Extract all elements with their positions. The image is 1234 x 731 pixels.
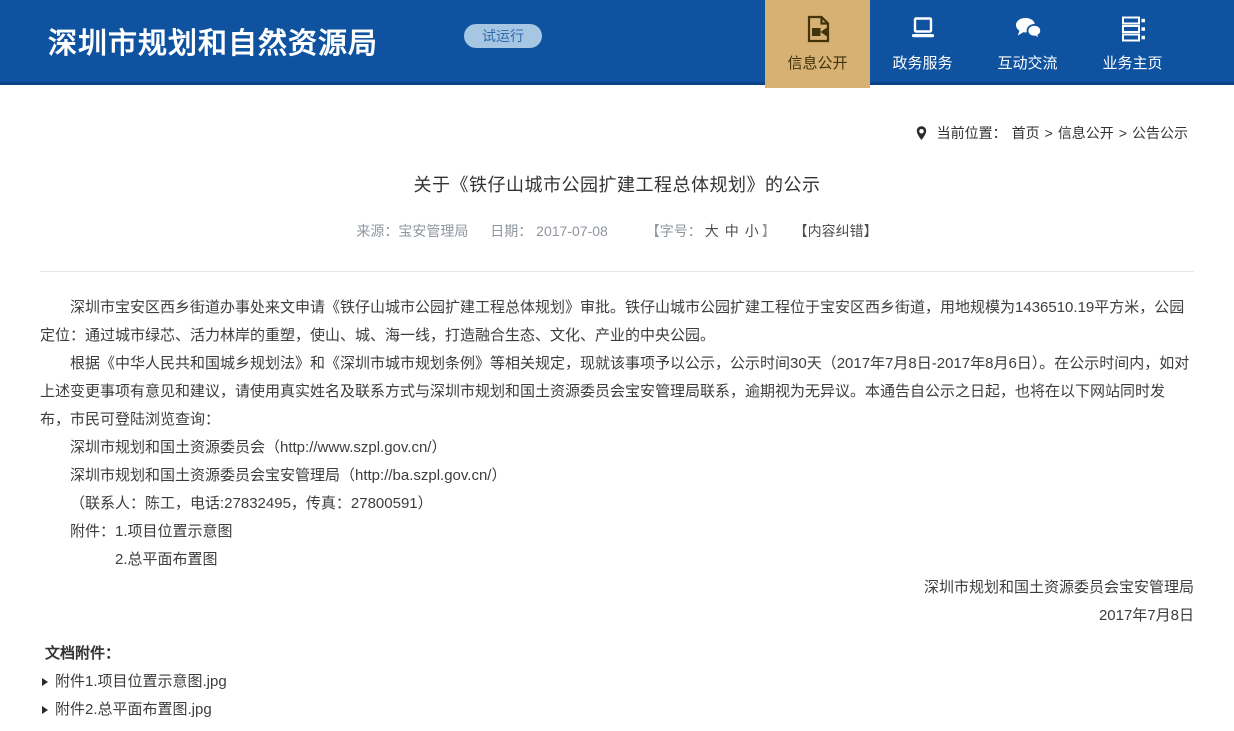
server-stack-icon xyxy=(1117,13,1149,45)
article-source: 来源：宝安管理局 xyxy=(356,223,468,239)
breadcrumb: 当前位置： 首页 > 信息公开 > 公告公示 xyxy=(0,85,1234,143)
attachments-section: 文档附件： 附件1.项目位置示意图.jpg 附件2.总平面布置图.jpg xyxy=(0,640,1234,724)
attachment-label: 附件1.项目位置示意图.jpg xyxy=(55,668,227,696)
paragraph: 根据《中华人民共和国城乡规划法》和《深圳市城市规划条例》等相关规定，现就该事项予… xyxy=(40,350,1194,434)
annex-line: 附件：1.项目位置示意图 xyxy=(40,518,1194,546)
nav-tab-label: 业务主页 xyxy=(1102,52,1162,73)
annex-line: 2.总平面布置图 xyxy=(40,546,1194,574)
signature: 深圳市规划和国土资源委员会宝安管理局 xyxy=(40,574,1194,602)
triangle-bullet-icon xyxy=(42,678,48,686)
main-nav: 信息公开 政务服务 互动交流 xyxy=(765,0,1185,88)
chat-bubbles-icon xyxy=(1012,13,1044,45)
article: 关于《铁仔山城市公园扩建工程总体规划》的公示 来源：宝安管理局 日期： 2017… xyxy=(0,171,1234,630)
article-meta: 来源：宝安管理局 日期： 2017-07-08 【字号：大中小】 【内容纠错】 xyxy=(40,221,1194,241)
breadcrumb-separator: > xyxy=(1119,125,1127,141)
article-body: 深圳市宝安区西乡街道办事处来文申请《铁仔山城市公园扩建工程总体规划》审批。铁仔山… xyxy=(40,294,1194,630)
news-document-icon xyxy=(802,13,834,45)
laptop-icon xyxy=(907,13,939,45)
location-pin-icon xyxy=(915,125,928,142)
website-line: 深圳市规划和国土资源委员会宝安管理局（http://ba.szpl.gov.cn… xyxy=(40,462,1194,490)
signature-date: 2017年7月8日 xyxy=(40,602,1194,630)
breadcrumb-home[interactable]: 首页 xyxy=(1012,123,1040,143)
contact-line: （联系人：陈工，电话:27832495，传真：27800591） xyxy=(40,490,1194,518)
content-correction-button[interactable]: 【内容纠错】 xyxy=(794,223,878,239)
divider xyxy=(40,271,1194,272)
breadcrumb-info-disclosure[interactable]: 信息公开 xyxy=(1058,123,1114,143)
nav-tab-info-disclosure[interactable]: 信息公开 xyxy=(765,0,870,88)
breadcrumb-label: 当前位置： xyxy=(937,123,1007,143)
breadcrumb-separator: > xyxy=(1045,125,1053,141)
fontsize-label-close: 】 xyxy=(762,223,776,239)
nav-tab-label: 互动交流 xyxy=(997,52,1057,73)
paragraph: 深圳市宝安区西乡街道办事处来文申请《铁仔山城市公园扩建工程总体规划》审批。铁仔山… xyxy=(40,294,1194,350)
attachment-link-1[interactable]: 附件1.项目位置示意图.jpg xyxy=(40,668,1194,696)
nav-tab-business-home[interactable]: 业务主页 xyxy=(1080,0,1185,88)
nav-tab-label: 政务服务 xyxy=(892,52,952,73)
triangle-bullet-icon xyxy=(42,706,48,714)
attachments-heading: 文档附件： xyxy=(40,640,1194,668)
page-title: 关于《铁仔山城市公园扩建工程总体规划》的公示 xyxy=(40,171,1194,197)
site-title[interactable]: 深圳市规划和自然资源局 xyxy=(48,20,378,62)
nav-tab-gov-services[interactable]: 政务服务 xyxy=(870,0,975,88)
site-header: 深圳市规划和自然资源局 试运行 信息公开 政务服务 xyxy=(0,0,1234,85)
article-date: 日期： 2017-07-08 xyxy=(490,223,608,239)
website-line: 深圳市规划和国土资源委员会（http://www.szpl.gov.cn/） xyxy=(40,434,1194,462)
fontsize-medium-button[interactable]: 中 xyxy=(725,223,739,239)
nav-tab-label: 信息公开 xyxy=(787,52,847,73)
attachment-label: 附件2.总平面布置图.jpg xyxy=(55,696,212,724)
fontsize-large-button[interactable]: 大 xyxy=(705,223,719,239)
nav-tab-interaction[interactable]: 互动交流 xyxy=(975,0,1080,88)
attachment-link-2[interactable]: 附件2.总平面布置图.jpg xyxy=(40,696,1194,724)
fontsize-small-button[interactable]: 小 xyxy=(745,223,759,239)
trial-badge: 试运行 xyxy=(464,24,542,48)
breadcrumb-announcements: 公告公示 xyxy=(1132,123,1188,143)
fontsize-label: 【字号： xyxy=(646,223,702,239)
